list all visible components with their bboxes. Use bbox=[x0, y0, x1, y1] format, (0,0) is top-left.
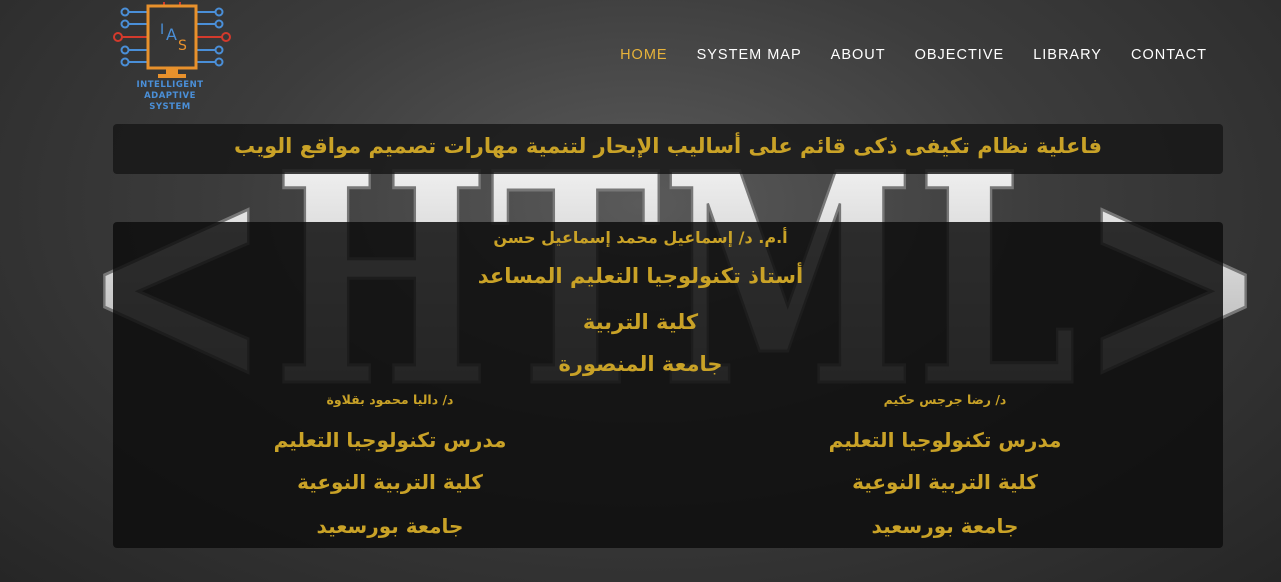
main-supervisor-university: جامعة المنصورة bbox=[558, 352, 723, 376]
left-supervisor-position: مدرس تكنولوجيا التعليم bbox=[273, 428, 507, 452]
left-supervisor-faculty: كلية التربية النوعية bbox=[297, 470, 483, 494]
left-supervisor-name: د/ داليا محمود بقلاوة bbox=[326, 392, 454, 407]
main-supervisor-faculty: كلية التربية bbox=[582, 310, 699, 334]
logo-line: SYSTEM bbox=[149, 102, 191, 112]
svg-text:A: A bbox=[166, 25, 177, 44]
logo-line: INTELLIGENT bbox=[136, 80, 204, 90]
logo-line: ADAPTIVE bbox=[144, 91, 196, 101]
circuit-logo-icon: I A S bbox=[113, 2, 231, 78]
main-nav: HOME SYSTEM MAP ABOUT OBJECTIVE LIBRARY … bbox=[620, 47, 1207, 63]
nav-library[interactable]: LIBRARY bbox=[1033, 47, 1102, 63]
nav-contact[interactable]: CONTACT bbox=[1131, 47, 1207, 63]
main-supervisor-position: أستاذ تكنولوجيا التعليم المساعد bbox=[477, 264, 804, 288]
page-title-bar: فاعلية نظام تكيفى ذكى قائم على أساليب ال… bbox=[113, 124, 1223, 174]
nav-home[interactable]: HOME bbox=[620, 47, 668, 63]
nav-system-map[interactable]: SYSTEM MAP bbox=[697, 47, 802, 63]
main-supervisor-name: أ.م. د/ إسماعيل محمد إسماعيل حسن bbox=[493, 228, 788, 247]
right-supervisor-name: د/ رضا جرجس حكيم bbox=[883, 392, 1007, 407]
svg-text:S: S bbox=[178, 38, 187, 54]
nav-about[interactable]: ABOUT bbox=[831, 47, 886, 63]
right-supervisor-position: مدرس تكنولوجيا التعليم bbox=[828, 428, 1062, 452]
svg-text:I: I bbox=[160, 22, 164, 38]
logo-text: INTELLIGENT ADAPTIVE SYSTEM bbox=[112, 80, 228, 113]
right-supervisor-university: جامعة بورسعيد bbox=[871, 514, 1019, 538]
left-supervisor-university: جامعة بورسعيد bbox=[316, 514, 464, 538]
page-title: فاعلية نظام تكيفى ذكى قائم على أساليب ال… bbox=[234, 134, 1102, 158]
right-supervisor-faculty: كلية التربية النوعية bbox=[852, 470, 1038, 494]
nav-objective[interactable]: OBJECTIVE bbox=[915, 47, 1005, 63]
